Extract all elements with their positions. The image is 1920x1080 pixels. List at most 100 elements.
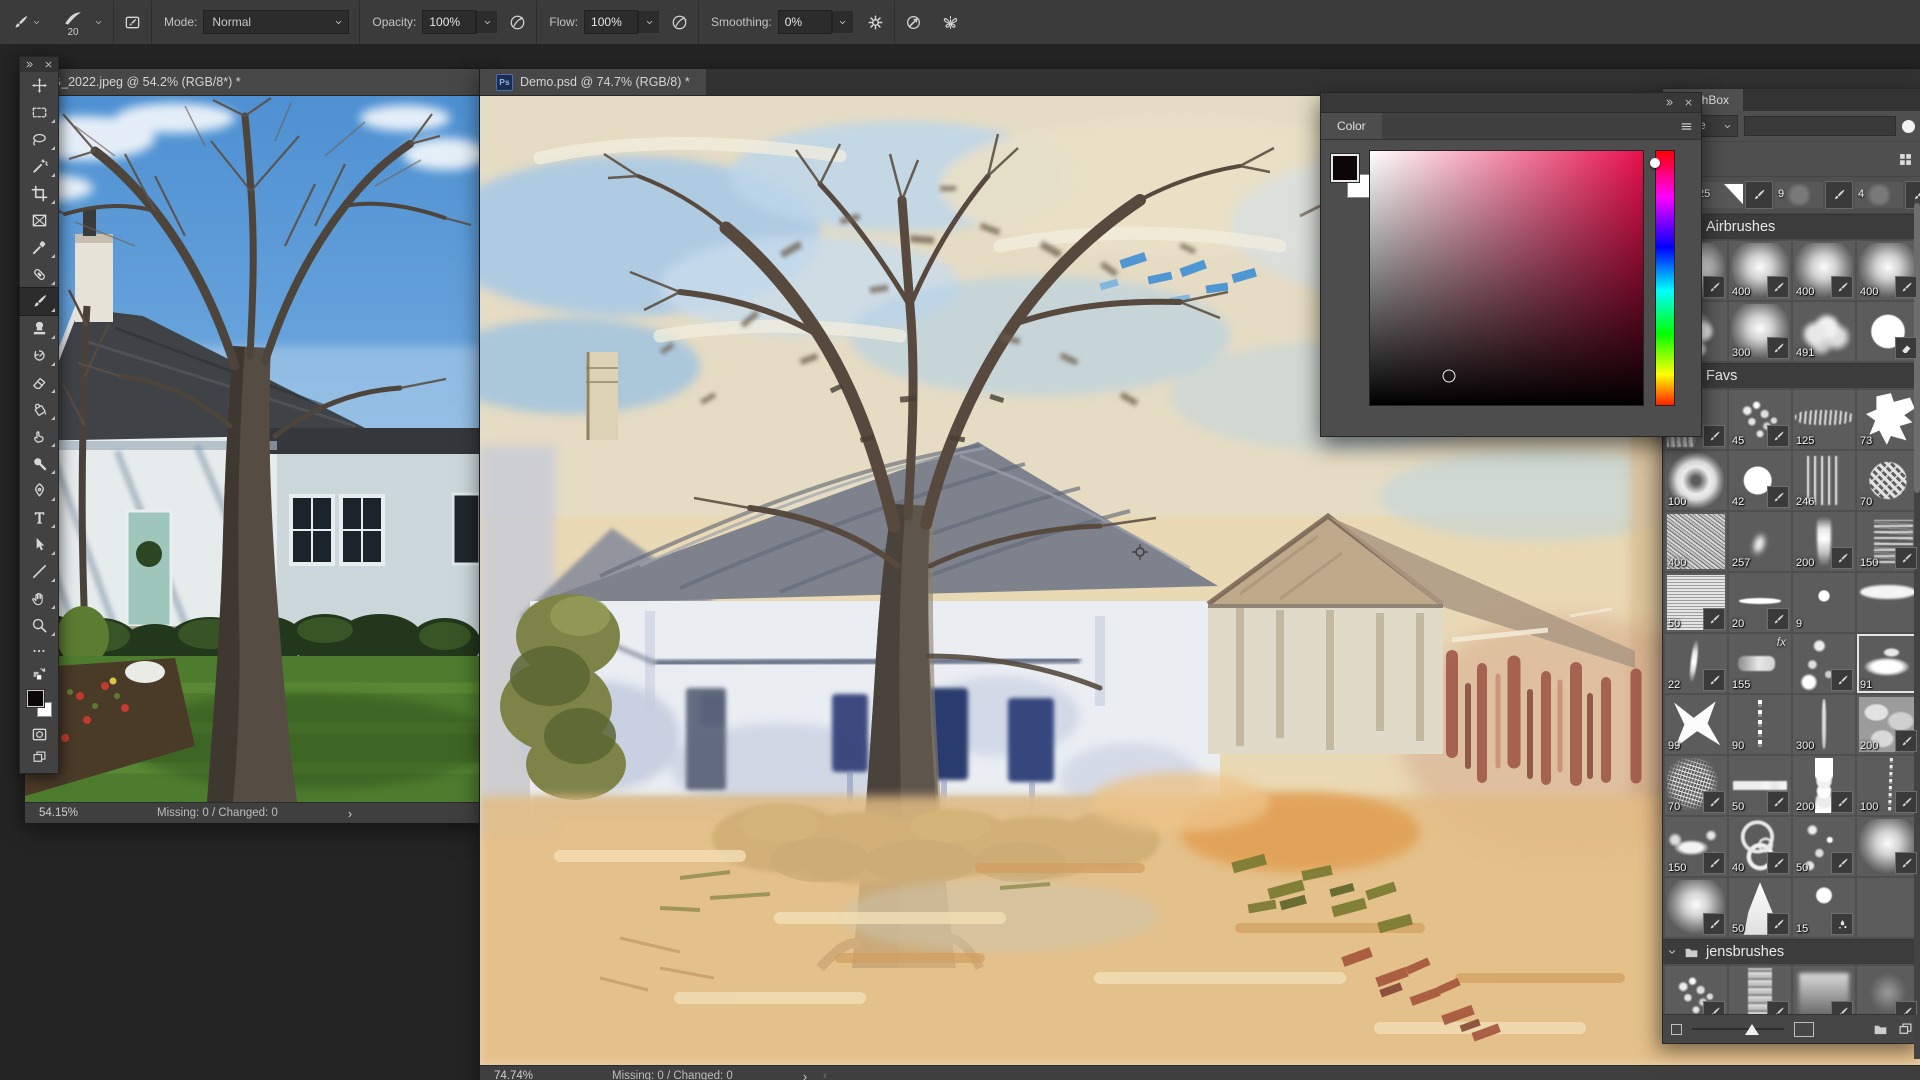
brush-preset-9[interactable]: 9 <box>1793 573 1855 632</box>
status-back-chevron-icon[interactable]: ‹ <box>823 1070 827 1080</box>
brush-preset-150[interactable]: 150 <box>1665 817 1727 876</box>
panel-fg-bg-swatches[interactable] <box>1331 154 1371 198</box>
swap-colors-icon[interactable] <box>32 666 47 681</box>
close-tools-icon[interactable] <box>44 60 53 69</box>
brush-preset-22[interactable]: 22 <box>1665 634 1727 693</box>
brush-preset-15[interactable]: 15 <box>1793 878 1855 937</box>
tool-paint-bucket[interactable] <box>20 396 58 423</box>
brush-preset-257[interactable]: 257 <box>1729 512 1791 571</box>
brush-preset-40[interactable]: 40 <box>1729 817 1791 876</box>
thumbnail-small-icon[interactable] <box>1671 1024 1682 1035</box>
blend-mode-select[interactable]: Normal <box>203 10 349 34</box>
brush-preset-50[interactable]: 50 <box>1665 573 1727 632</box>
brush-preset-90[interactable]: 90 <box>1729 695 1791 754</box>
tool-move[interactable] <box>20 72 58 99</box>
tool-crop[interactable] <box>20 180 58 207</box>
brush-preset-125[interactable]: 125 <box>1793 390 1855 449</box>
tool-frame[interactable] <box>20 207 58 234</box>
tool-dodge[interactable] <box>20 450 58 477</box>
brush-preset-empty[interactable] <box>1857 878 1919 937</box>
tool-lasso[interactable] <box>20 126 58 153</box>
tool-eraser[interactable] <box>20 369 58 396</box>
opacity-field[interactable]: 100% <box>422 10 476 34</box>
brush-preset-200[interactable]: 200 <box>1793 756 1855 815</box>
brush-preset-dabs[interactable] <box>1793 634 1855 693</box>
brush-preset-300[interactable]: 300 <box>1729 302 1791 361</box>
recent-brush-badge-icon[interactable] <box>1825 181 1853 209</box>
flow-dropdown-icon[interactable] <box>638 11 659 33</box>
recent-brush-25[interactable]: 25 <box>1695 182 1743 208</box>
foreground-color-swatch[interactable] <box>1331 154 1359 182</box>
hue-slider[interactable] <box>1655 150 1675 406</box>
brush-preset-50[interactable]: 50 <box>1729 878 1791 937</box>
tool-brush-selected[interactable] <box>20 288 58 315</box>
close-panel-icon[interactable] <box>1684 98 1693 107</box>
brush-preset-soft-fade[interactable] <box>1857 966 1919 1014</box>
brush-preset-rough-v[interactable] <box>1729 966 1791 1014</box>
color-panel-titlebar[interactable] <box>1321 93 1701 113</box>
brush-preset-150[interactable]: 150 <box>1857 512 1919 571</box>
tool-eyedropper[interactable] <box>20 234 58 261</box>
opacity-pressure-icon[interactable] <box>509 14 526 31</box>
brush-preset-300[interactable]: 300 <box>1793 695 1855 754</box>
airbrush-icon[interactable] <box>671 14 688 31</box>
recent-brush-9[interactable]: 9 <box>1775 182 1823 208</box>
brush-preset-200[interactable]: 200 <box>1793 512 1855 571</box>
new-folder-icon[interactable] <box>1873 1022 1888 1037</box>
brush-preset-100[interactable]: 100 <box>1857 756 1919 815</box>
zoom-level-field[interactable]: 54.15% <box>25 807 117 819</box>
brush-preset-20[interactable]: 20 <box>1729 573 1791 632</box>
brush-preset-200[interactable]: 200 <box>1857 695 1919 754</box>
status-chevron-icon[interactable]: › <box>348 806 352 821</box>
tool-line[interactable] <box>20 558 58 585</box>
tool-path-select[interactable] <box>20 531 58 558</box>
brush-preset-picker[interactable]: 20 <box>55 8 91 37</box>
hue-slider-marker[interactable] <box>1650 158 1660 168</box>
toggle-brush-panel-icon[interactable] <box>124 14 141 31</box>
thumbnail-size-slider[interactable] <box>1692 1023 1784 1035</box>
foreground-color-swatch[interactable] <box>27 690 44 707</box>
new-brush-icon[interactable] <box>1898 1022 1913 1037</box>
color-picker-cursor[interactable] <box>1443 369 1456 382</box>
slider-thumb[interactable] <box>1745 1024 1759 1035</box>
brush-preset-400[interactable]: 400 <box>1729 241 1791 300</box>
tool-hand[interactable] <box>20 585 58 612</box>
brush-search-input[interactable] <box>1744 116 1896 136</box>
paint-symmetry-butterfly-icon[interactable] <box>942 14 959 31</box>
tool-history-brush[interactable] <box>20 342 58 369</box>
brush-preset-50[interactable]: 50 <box>1793 817 1855 876</box>
brush-tool-icon[interactable] <box>12 14 29 31</box>
brush-preset-45[interactable]: 45 <box>1729 390 1791 449</box>
tool-clone-stamp[interactable] <box>20 315 58 342</box>
tool-preset-chevron-icon[interactable] <box>32 18 41 27</box>
zoom-level-field[interactable]: 74.74% <box>480 1070 572 1080</box>
recent-brush-badge-icon[interactable] <box>1745 181 1773 209</box>
tool-magic-wand[interactable] <box>20 153 58 180</box>
reference-photo-canvas[interactable] <box>25 96 480 802</box>
brush-preset-99[interactable]: 99 <box>1665 695 1727 754</box>
brush-preset-soft-square[interactable] <box>1793 966 1855 1014</box>
quick-mask-icon[interactable] <box>31 726 48 743</box>
opacity-dropdown-icon[interactable] <box>476 11 497 33</box>
tool-rectangular-marquee[interactable] <box>20 99 58 126</box>
brush-preset-scatter[interactable] <box>1665 966 1727 1014</box>
brush-preset-100[interactable]: 100 <box>1665 451 1727 510</box>
brush-preset-73[interactable]: 73 <box>1857 390 1919 449</box>
brush-preset-491[interactable]: 491 <box>1793 302 1855 361</box>
tool-smudge[interactable] <box>20 423 58 450</box>
thumbnail-large-icon[interactable] <box>1794 1022 1814 1037</box>
brush-preset-hard-round-big[interactable] <box>1857 302 1919 361</box>
tab-color[interactable]: Color <box>1321 113 1382 139</box>
collapse-panel-icon[interactable] <box>1665 98 1674 107</box>
brush-preset-50[interactable]: 50 <box>1729 756 1791 815</box>
brush-preset-400[interactable]: 400 <box>1857 241 1919 300</box>
status-chevron-icon[interactable]: › <box>803 1069 807 1080</box>
brushbox-scrollbar[interactable] <box>1914 199 1920 1059</box>
collapse-tools-icon[interactable] <box>25 60 34 69</box>
screen-mode-icon[interactable] <box>32 750 47 765</box>
brush-preset-400[interactable]: 400 <box>1793 241 1855 300</box>
brush-preset-155[interactable]: fx155 <box>1729 634 1791 693</box>
brush-section-header-jensbrushes[interactable]: jensbrushes <box>1663 939 1920 964</box>
tool-type[interactable] <box>20 504 58 531</box>
tab-reference-document[interactable]: MG_2022.jpeg @ 54.2% (RGB/8*) * <box>25 69 480 95</box>
